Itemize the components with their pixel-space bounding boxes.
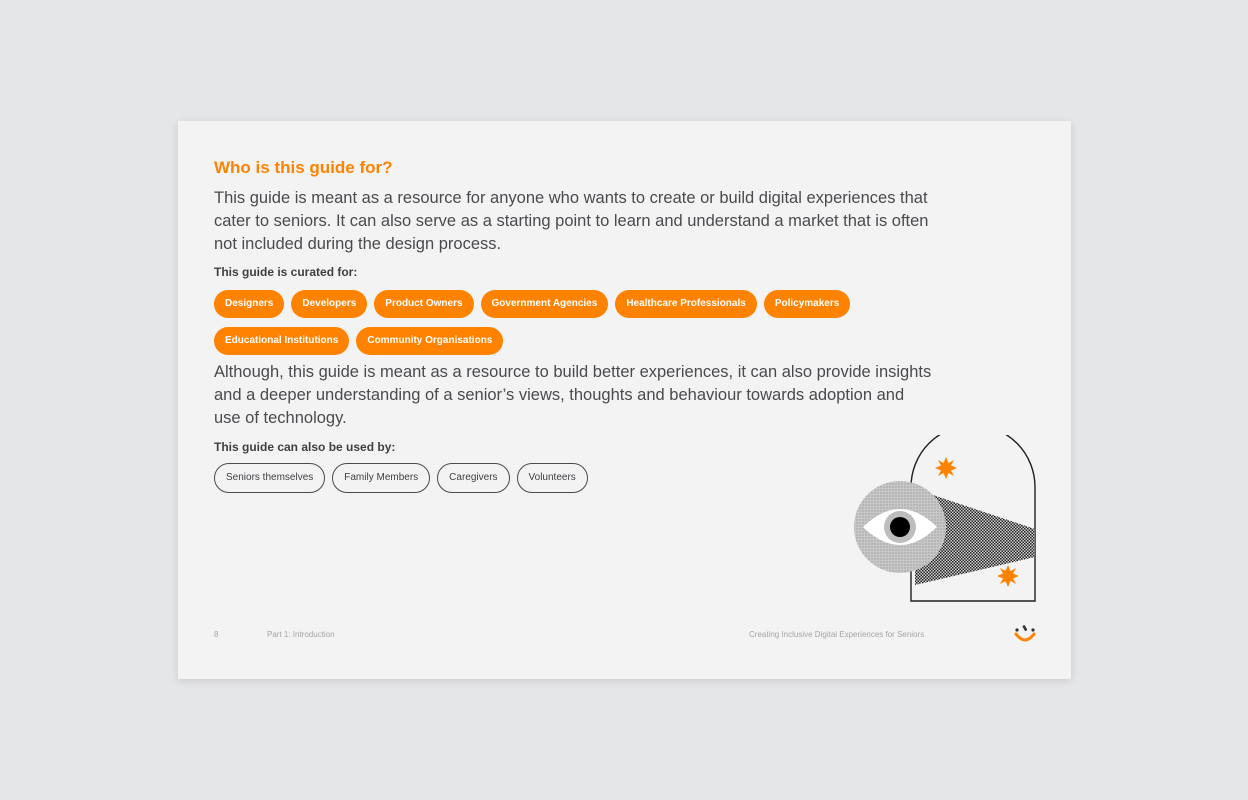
document-title: Creating Inclusive Digital Experiences f… bbox=[749, 630, 925, 639]
also-used-by-label: This guide can also be used by: bbox=[214, 440, 396, 454]
secondary-paragraph: Although, this guide is meant as a resou… bbox=[214, 363, 932, 427]
chip-caregivers[interactable]: Caregivers bbox=[437, 463, 510, 493]
page-number: 8 bbox=[214, 630, 219, 639]
chip-healthcare-professionals[interactable]: Healthcare Professionals bbox=[615, 290, 757, 318]
chip-developers[interactable]: Developers bbox=[291, 290, 368, 318]
starburst-icon bbox=[997, 565, 1019, 587]
document-page: Who is this guide for? This guide is mea… bbox=[178, 121, 1071, 679]
chip-product-owners[interactable]: Product Owners bbox=[374, 290, 474, 318]
chip-government-agencies[interactable]: Government Agencies bbox=[480, 290, 609, 318]
chip-volunteers[interactable]: Volunteers bbox=[516, 463, 588, 493]
chip-community-organisations[interactable]: Community Organisations bbox=[356, 327, 504, 355]
chip-educational-institutions[interactable]: Educational Institutions bbox=[214, 327, 350, 355]
smiley-logo-icon bbox=[1014, 625, 1036, 642]
chip-policymakers[interactable]: Policymakers bbox=[763, 290, 851, 318]
also-used-by-chip-list: Seniors themselves Family Members Caregi… bbox=[214, 463, 714, 493]
chip-seniors-themselves[interactable]: Seniors themselves bbox=[214, 463, 326, 493]
intro-paragraph: This guide is meant as a resource for an… bbox=[214, 189, 929, 253]
section-name: Part 1: Introduction bbox=[267, 630, 335, 639]
eye-pupil bbox=[890, 517, 910, 537]
page-heading: Who is this guide for? bbox=[214, 158, 393, 177]
curated-for-chip-list: Designers Developers Product Owners Gove… bbox=[214, 290, 874, 355]
curated-for-label: This guide is curated for: bbox=[214, 265, 358, 279]
starburst-icon bbox=[935, 457, 957, 479]
chip-designers[interactable]: Designers bbox=[214, 290, 285, 318]
chip-family-members[interactable]: Family Members bbox=[332, 463, 431, 493]
eye-doorway-illustration bbox=[854, 435, 1036, 602]
